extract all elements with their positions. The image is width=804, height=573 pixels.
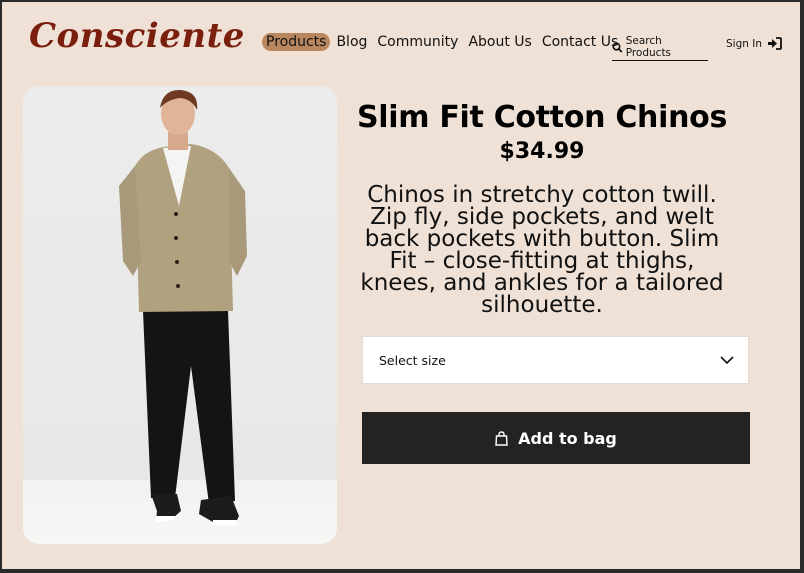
brand-logo[interactable]: Consciente xyxy=(29,16,245,56)
product-image xyxy=(23,86,337,544)
search-label: Search Products xyxy=(625,35,672,59)
product-price: $34.99 xyxy=(499,139,585,164)
sign-in-label: Sign In xyxy=(726,37,762,50)
nav-item-about-us[interactable]: About Us xyxy=(468,34,531,50)
size-select[interactable]: Select size xyxy=(362,336,749,384)
nav-item-community[interactable]: Community xyxy=(377,34,458,50)
nav-item-blog[interactable]: Blog xyxy=(336,34,367,50)
search-products-input[interactable]: Search Products xyxy=(612,35,708,61)
chevron-down-icon xyxy=(720,355,734,364)
product-title: Slim Fit Cotton Chinos xyxy=(356,100,728,135)
product-description: Chinos in stretchy cotton twill. Zip fly… xyxy=(360,182,724,318)
main-nav: Products Blog Community About Us Contact… xyxy=(262,33,628,51)
search-icon xyxy=(612,42,623,53)
add-to-bag-button[interactable]: Add to bag xyxy=(362,412,750,464)
add-to-bag-label: Add to bag xyxy=(518,428,617,448)
nav-item-products[interactable]: Products xyxy=(262,33,331,51)
nav-item-contact-us[interactable]: Contact Us xyxy=(542,34,618,50)
sign-in-icon xyxy=(768,37,782,50)
sign-in-link[interactable]: Sign In xyxy=(726,37,782,50)
shopping-bag-icon xyxy=(495,430,508,446)
product-photo-illustration xyxy=(119,89,247,526)
size-select-value: Select size xyxy=(379,352,446,368)
page: Consciente Products Blog Community About… xyxy=(2,2,800,569)
